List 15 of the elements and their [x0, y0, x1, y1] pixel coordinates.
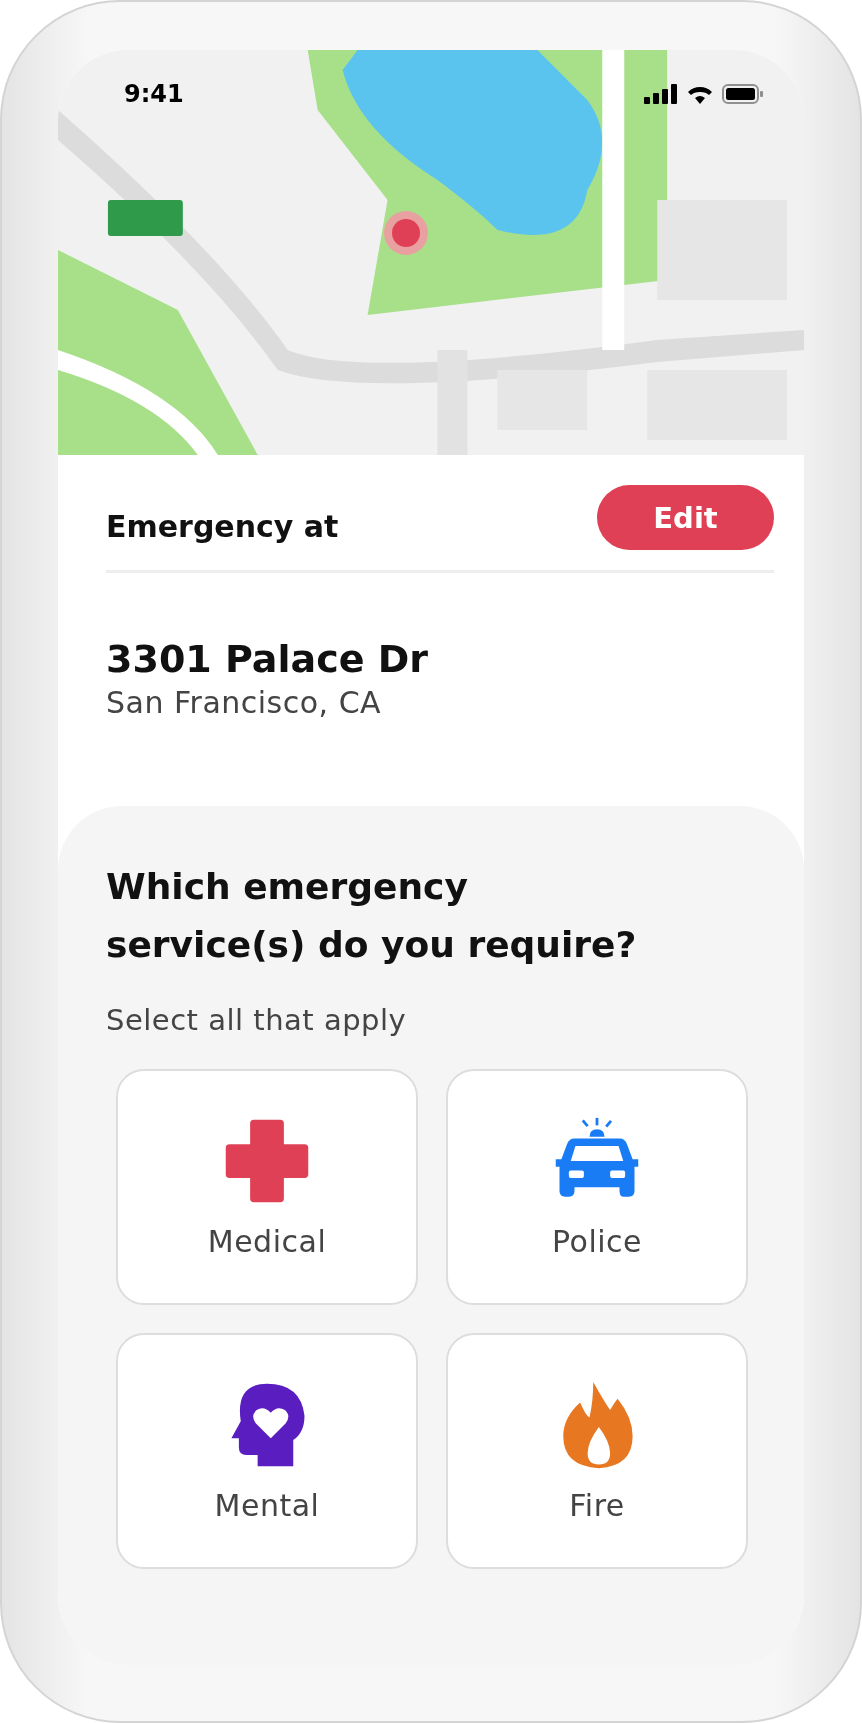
emergency-label: Emergency at: [106, 508, 339, 544]
service-option[interactable]: Fire: [446, 1333, 748, 1570]
question-heading: Which emergency service(s) do you require?: [106, 865, 638, 967]
signal-icon: [644, 84, 678, 104]
wifi-icon: [686, 84, 714, 104]
battery-icon: [722, 84, 764, 104]
service-option[interactable]: Medical: [116, 1069, 418, 1306]
edit-button[interactable]: Edit: [597, 485, 774, 550]
map-pin-icon: [384, 211, 428, 255]
status-time: 9:41: [124, 80, 184, 108]
address-line: 3301 Palace Dr: [106, 637, 429, 681]
service-option[interactable]: Mental: [116, 1333, 418, 1570]
service-option[interactable]: Police: [446, 1069, 748, 1306]
hint-text: Select all that apply: [106, 1003, 408, 1038]
city-line: San Francisco, CA: [106, 685, 383, 720]
